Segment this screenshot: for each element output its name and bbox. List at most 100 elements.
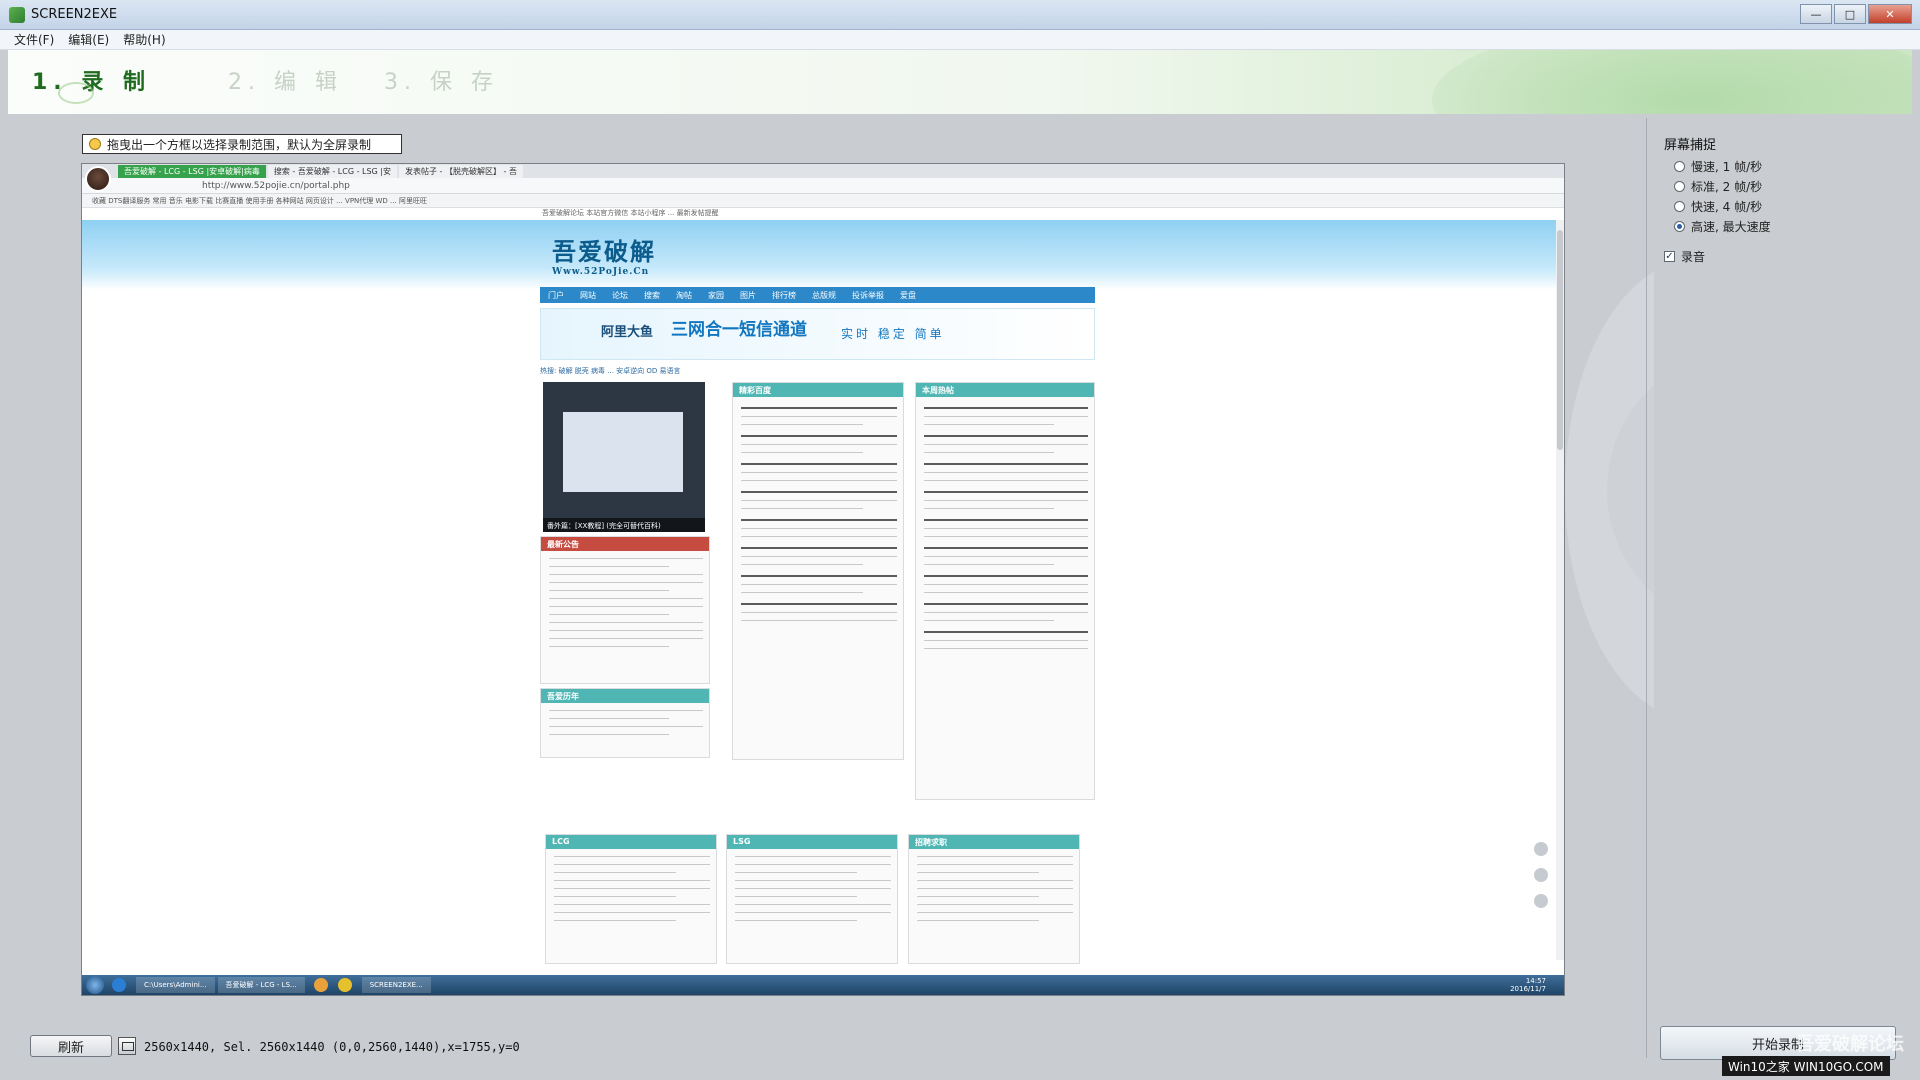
page-search-icon — [1534, 842, 1548, 856]
speed-option-fast[interactable]: 快速, 4 帧/秒 — [1674, 198, 1762, 215]
column-header: 最新公告 — [541, 537, 709, 551]
panel-divider — [1646, 118, 1647, 1058]
thumbnail-screenshot — [563, 412, 683, 492]
column-header: 精彩百度 — [733, 383, 903, 397]
notice-column: 最新公告 — [540, 536, 710, 684]
featured-column: 精彩百度 — [732, 382, 904, 760]
browser-favorites-bar: 收藏 DTS翻译服务 常用 音乐 电影下载 比赛直播 使用手册 各种网站 网页设… — [82, 194, 1564, 208]
site-nav-item: 淘帖 — [676, 291, 692, 300]
weekly-hot-column: 本周热帖 — [915, 382, 1095, 800]
window-controls: — □ ✕ — [1798, 4, 1912, 24]
start-orb-icon — [86, 976, 104, 994]
speed-option-standard[interactable]: 标准, 2 帧/秒 — [1674, 178, 1762, 195]
decorative-swoosh — [1432, 50, 1912, 114]
lcg-column: LCG — [545, 834, 717, 964]
speed-option-label: 标准, 2 帧/秒 — [1691, 180, 1763, 194]
record-audio-label: 录音 — [1681, 250, 1706, 264]
lsg-column: LSG — [726, 834, 898, 964]
browser-avatar — [85, 166, 111, 192]
speed-option-label: 快速, 4 帧/秒 — [1691, 200, 1763, 214]
window-title: SCREEN2EXE — [31, 7, 118, 22]
minimize-button[interactable]: — — [1800, 4, 1832, 24]
capture-area[interactable]: 拖曳出一个方框以选择录制范围，默认为全屏录制 吾爱破解 - LCG - LSG … — [8, 118, 1638, 1058]
record-audio-checkbox[interactable]: ✓ — [1664, 251, 1675, 262]
capture-settings-panel: 屏幕捕捉 慢速, 1 帧/秒 标准, 2 帧/秒 快速, 4 帧/秒 高速, 最… — [1654, 118, 1920, 1058]
page-scrollbar — [1556, 220, 1564, 960]
radio-fast[interactable] — [1674, 201, 1685, 212]
browser-tab: 发表帖子 - 【脱壳破解区】 - 吾 — [399, 165, 523, 178]
menu-help[interactable]: 帮助(H) — [123, 31, 165, 48]
screen-select-icon[interactable] — [118, 1037, 136, 1055]
app-icon — [9, 6, 25, 23]
radio-slow[interactable] — [1674, 161, 1685, 172]
menu-file[interactable]: 文件(F) — [14, 31, 54, 48]
site-nav-item: 爱盘 — [900, 291, 916, 300]
clock-date: 2016/11/7 — [1510, 985, 1546, 993]
title-bar: SCREEN2EXE — □ ✕ — [0, 0, 1920, 30]
app-icon-yellow — [337, 978, 352, 992]
page-wechat-icon — [1534, 868, 1548, 882]
column-header: LCG — [546, 835, 716, 849]
site-hot-search: 热搜: 破解 脱壳 病毒 ... 安卓逆向 OD 易语言 — [540, 367, 681, 375]
site-nav-item: 搜索 — [644, 291, 660, 300]
record-audio-option[interactable]: ✓ 录音 — [1664, 248, 1705, 265]
watermark-badge: Win10之家 WIN10GO.COM — [1722, 1056, 1890, 1076]
site-nav-item: 图片 — [740, 291, 756, 300]
watermark-text: 吾爱破解论坛 — [1796, 1034, 1904, 1055]
screen-preview[interactable]: 吾爱破解 - LCG - LSG |安卓破解|病毒 搜索 - 吾爱破解 - LC… — [81, 163, 1565, 996]
jobs-column: 招聘求职 — [908, 834, 1080, 964]
preview-taskbar: C:\Users\Admini... 吾爱破解 - LCG - LS... SC… — [82, 975, 1564, 995]
maximize-button[interactable]: □ — [1834, 4, 1866, 24]
lightbulb-icon — [89, 138, 101, 150]
taskbar-app: SCREEN2EXE... — [361, 977, 431, 993]
step-edit: 2. 编 辑 — [228, 70, 343, 95]
menu-bar: 文件(F) 编辑(E) 帮助(H) — [0, 30, 1920, 50]
site-nav: 门户 网站 论坛 搜索 淘帖 家园 图片 排行榜 总版规 投诉举报 爱盘 — [540, 287, 1095, 303]
site-nav-item: 网站 — [580, 291, 596, 300]
step-save: 3. 保 存 — [384, 70, 499, 95]
selection-status: 2560x1440, Sel. 2560x1440 (0,0,2560,1440… — [144, 1040, 520, 1054]
featured-thumbnail: 番外篇：[XX教程] (完全可替代百科) — [543, 382, 705, 532]
taskbar-app: C:\Users\Admini... — [136, 977, 215, 993]
selection-hint-text: 拖曳出一个方框以选择录制范围，默认为全屏录制 — [107, 137, 372, 152]
step-record-mark — [58, 82, 94, 104]
speed-option-label: 高速, 最大速度 — [1691, 220, 1771, 234]
speed-option-slow[interactable]: 慢速, 1 帧/秒 — [1674, 158, 1762, 175]
ad-banner: 阿里大鱼 三网合一短信通道 实时 稳定 简单 — [540, 308, 1095, 360]
site-header-background — [82, 220, 1564, 290]
web-page: 吾爱破解 Www.52PoJie.Cn 门户 网站 论坛 搜索 淘帖 家园 图片… — [82, 220, 1564, 964]
column-header: LSG — [727, 835, 897, 849]
column-header: 吾爱历年 — [541, 689, 709, 703]
site-topline: 吾爱破解论坛 本站官方微信 本站小程序 ... 最新发帖提醒 — [542, 209, 719, 217]
ie-icon — [112, 978, 126, 992]
site-nav-item: 排行榜 — [772, 291, 796, 300]
browser-tab-strip: 吾爱破解 - LCG - LSG |安卓破解|病毒 搜索 - 吾爱破解 - LC… — [82, 164, 1564, 178]
column-header: 本周热帖 — [916, 383, 1094, 397]
close-button[interactable]: ✕ — [1868, 4, 1912, 24]
banner-brand: 阿里大鱼 — [601, 325, 654, 340]
banner-slogan: 实时 稳定 简单 — [841, 327, 945, 341]
history-column: 吾爱历年 — [540, 688, 710, 758]
menu-edit[interactable]: 编辑(E) — [68, 31, 109, 48]
site-nav-item: 门户 — [548, 291, 564, 300]
column-header: 招聘求职 — [909, 835, 1079, 849]
chrome-icon — [313, 978, 328, 992]
selection-hint: 拖曳出一个方框以选择录制范围，默认为全屏录制 — [82, 134, 402, 154]
taskbar-clock: 14:57 2016/11/7 — [1510, 977, 1546, 993]
speed-option-max[interactable]: 高速, 最大速度 — [1674, 218, 1771, 235]
site-logo-text: 吾爱破解 — [552, 237, 656, 266]
radio-standard[interactable] — [1674, 181, 1685, 192]
page-user-icon — [1534, 894, 1548, 908]
speed-option-label: 慢速, 1 帧/秒 — [1691, 160, 1763, 174]
site-nav-item: 投诉举报 — [852, 291, 884, 300]
site-logo-url: Www.52PoJie.Cn — [552, 267, 650, 277]
browser-address-bar: http://www.52pojie.cn/portal.php — [82, 178, 1564, 194]
thumbnail-caption: 番外篇：[XX教程] (完全可替代百科) — [543, 518, 705, 532]
site-logo: 吾爱破解 Www.52PoJie.Cn — [552, 232, 656, 277]
refresh-button[interactable]: 刷新 — [30, 1035, 112, 1057]
browser-tab: 搜索 - 吾爱破解 - LCG - LSG |安 — [267, 165, 397, 178]
radio-max[interactable] — [1674, 221, 1685, 232]
browser-tab: 吾爱破解 - LCG - LSG |安卓破解|病毒 — [118, 165, 266, 178]
clock-time: 14:57 — [1525, 977, 1546, 985]
banner-headline: 三网合一短信通道 — [671, 320, 807, 340]
